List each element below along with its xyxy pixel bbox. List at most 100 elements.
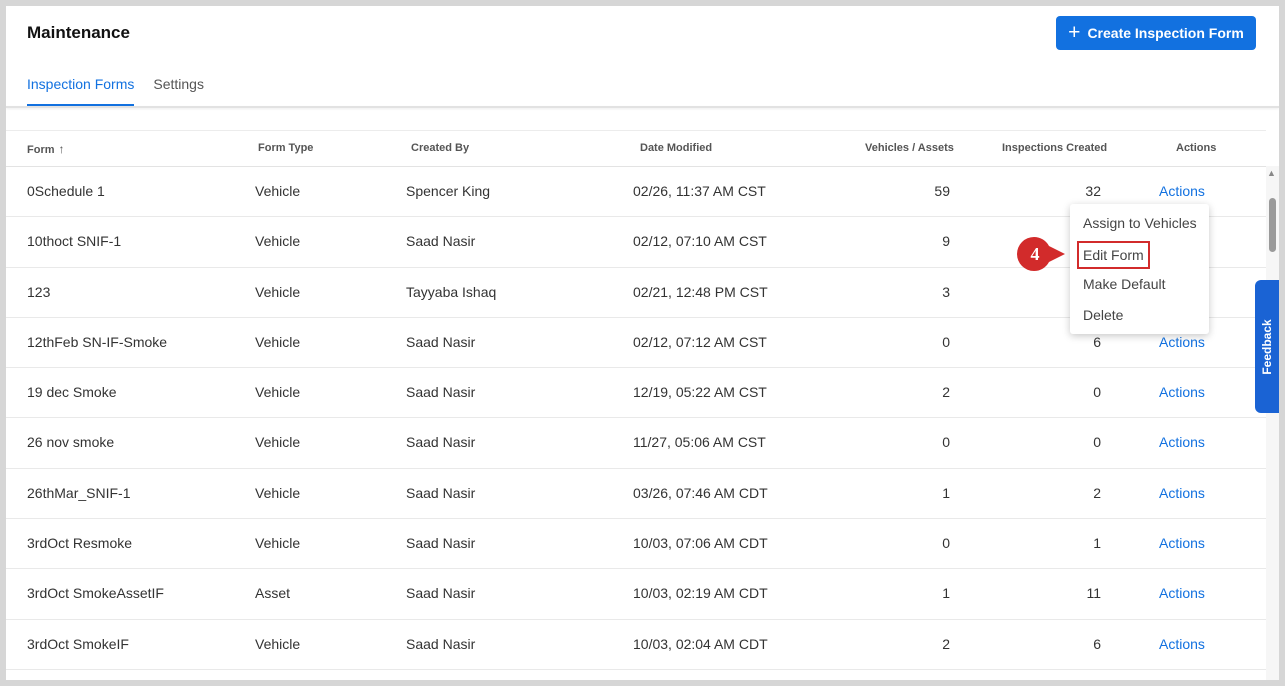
actions-link[interactable]: Actions	[1159, 434, 1205, 450]
vehicles-assets-cell: 59	[934, 183, 950, 199]
actions-link[interactable]: Actions	[1159, 535, 1205, 551]
date-modified-cell: 10/03, 02:19 AM CDT	[633, 585, 768, 602]
inspections-created-cell: 2	[1093, 484, 1101, 501]
created-by-cell: Saad Nasir	[406, 535, 476, 552]
scrollbar-thumb[interactable]	[1269, 198, 1276, 252]
sort-ascending-icon: ↑	[58, 142, 65, 156]
table-row[interactable]: 26 nov smoke Vehicle Saad Nasir 11/27, 05:0…	[6, 418, 1266, 469]
date-modified-cell: 02/12, 07:12 AM CST	[633, 333, 767, 350]
form-type-cell: Vehicle	[255, 635, 301, 652]
vehicles-assets-cell: 9	[942, 233, 950, 250]
date-modified-cell: 12/19, 05:22 AM CST	[633, 384, 767, 401]
inspections-created-cell: 0	[1093, 434, 1101, 451]
actions-link[interactable]: Actions	[1159, 334, 1205, 350]
form-type-cell: Vehicle	[255, 434, 301, 451]
vehicles-assets-cell: 0	[942, 535, 950, 552]
step-number-badge: 4	[1016, 236, 1066, 272]
menu-item-make-default[interactable]: Make Default	[1070, 269, 1209, 300]
feedback-tab[interactable]: Feedback	[1255, 280, 1279, 413]
table-row[interactable]: 3rdOct SmokeAssetIF Asset Saad Nasir 10/03,…	[6, 569, 1266, 620]
date-modified-cell: 02/12, 07:10 AM CST	[633, 233, 767, 250]
scroll-up-arrow-icon[interactable]: ▲	[1267, 168, 1276, 178]
table-row[interactable]: 26thMar_SNIF-1 Vehicle Saad Nasir 03/26, 07…	[6, 469, 1266, 520]
form-name-cell: 0Schedule 1	[27, 183, 105, 199]
actions-link[interactable]: Actions	[1159, 183, 1205, 199]
vertical-scrollbar[interactable]: ▲	[1266, 166, 1279, 680]
form-name-cell: 123	[27, 283, 51, 300]
created-by-cell: Saad Nasir	[406, 384, 476, 401]
date-modified-cell: 02/21, 12:48 PM CST	[633, 283, 768, 300]
column-header-date-modified[interactable]: Date Modified	[640, 142, 712, 154]
vehicles-assets-cell: 0	[942, 333, 950, 350]
menu-item-delete[interactable]: Delete	[1070, 300, 1209, 331]
plus-icon: +	[1068, 20, 1081, 44]
form-type-cell: Vehicle	[255, 283, 301, 300]
column-header-form[interactable]: Form ↑	[27, 142, 65, 156]
step-number: 4	[1030, 244, 1040, 264]
app-frame: Maintenance + Create Inspection Form Ins…	[6, 6, 1279, 680]
tab-settings[interactable]: Settings	[153, 76, 204, 106]
menu-item-assign-to-vehicles[interactable]: Assign to Vehicles	[1070, 208, 1209, 239]
actions-dropdown-menu: Assign to Vehicles Edit Form Make Defaul…	[1070, 204, 1209, 334]
date-modified-cell: 10/03, 02:04 AM CDT	[633, 635, 768, 652]
column-header-form-type[interactable]: Form Type	[258, 142, 313, 154]
date-modified-cell: 11/27, 05:06 AM CST	[633, 434, 766, 451]
inspections-created-cell: 0	[1093, 384, 1101, 401]
table-header: Form ↑ Form Type Created By Date Modified…	[6, 130, 1266, 167]
vehicles-assets-cell: 2	[942, 384, 950, 401]
vehicles-assets-cell: 1	[942, 585, 950, 602]
inspections-created-cell: 11	[1086, 585, 1101, 602]
form-name-cell: 10thoct SNIF-1	[27, 233, 122, 250]
menu-item-edit-form[interactable]: Edit Form	[1070, 239, 1209, 270]
form-name-cell: 19 dec Smoke	[27, 384, 117, 401]
actions-link[interactable]: Actions	[1159, 636, 1205, 652]
create-button-label: Create Inspection Form	[1087, 25, 1244, 41]
form-type-cell: Vehicle	[255, 333, 301, 350]
inspections-created-cell: 6	[1093, 333, 1101, 350]
edit-form-highlight-box[interactable]: Edit Form	[1077, 240, 1150, 269]
actions-link[interactable]: Actions	[1159, 585, 1205, 601]
form-type-cell: Vehicle	[255, 384, 301, 401]
vehicles-assets-cell: 3	[942, 283, 950, 300]
tab-bar: Inspection Forms Settings	[27, 76, 204, 106]
column-header-created-by[interactable]: Created By	[411, 142, 469, 154]
form-name-cell: 3rdOct SmokeIF	[27, 635, 129, 652]
table-row[interactable]: 19 dec Smoke Vehicle Saad Nasir 12/19, 05:2…	[6, 368, 1266, 419]
form-type-cell: Vehicle	[255, 233, 301, 250]
created-by-cell: Saad Nasir	[406, 333, 476, 350]
created-by-cell: Saad Nasir	[406, 434, 476, 451]
form-type-cell: Vehicle	[255, 484, 301, 501]
actions-link[interactable]: Actions	[1159, 384, 1205, 400]
column-header-inspections-created[interactable]: Inspections Created	[1002, 142, 1107, 154]
table-row[interactable]: 3rdOct Resmoke Vehicle Saad Nasir 10/03, 07…	[6, 519, 1266, 570]
form-type-cell: Vehicle	[255, 535, 301, 552]
vehicles-assets-cell: 0	[942, 434, 950, 451]
inspections-created-cell: 1	[1093, 535, 1101, 552]
created-by-cell: Tayyaba Ishaq	[406, 283, 497, 300]
inspections-created-cell: 6	[1093, 635, 1101, 652]
form-name-cell: 3rdOct SmokeAssetIF	[27, 585, 164, 602]
created-by-cell: Saad Nasir	[406, 635, 476, 652]
form-name-cell: 26thMar_SNIF-1	[27, 484, 131, 501]
vehicles-assets-cell: 2	[942, 635, 950, 652]
vehicles-assets-cell: 1	[942, 484, 950, 501]
date-modified-cell: 02/26, 11:37 AM CST	[633, 183, 766, 199]
column-header-actions: Actions	[1176, 142, 1217, 154]
form-name-cell: 12thFeb SN-IF-Smoke	[27, 333, 168, 350]
feedback-label: Feedback	[1260, 318, 1274, 375]
created-by-cell: Saad Nasir	[406, 233, 476, 250]
tabs-divider	[6, 106, 1279, 108]
table-row[interactable]: 3rdOct SmokeIF Vehicle Saad Nasir 10/03, 02…	[6, 620, 1266, 670]
created-by-cell: Saad Nasir	[406, 585, 476, 602]
form-type-cell: Vehicle	[255, 183, 301, 199]
column-header-vehicles-assets[interactable]: Vehicles / Assets	[865, 142, 954, 154]
form-name-cell: 3rdOct Resmoke	[27, 535, 133, 552]
form-type-cell: Asset	[255, 585, 291, 602]
tab-inspection-forms[interactable]: Inspection Forms	[27, 76, 135, 106]
actions-link[interactable]: Actions	[1159, 485, 1205, 501]
create-inspection-form-button[interactable]: + Create Inspection Form	[1056, 16, 1256, 50]
date-modified-cell: 03/26, 07:46 AM CDT	[633, 484, 768, 501]
created-by-cell: Spencer King	[406, 183, 491, 199]
created-by-cell: Saad Nasir	[406, 484, 476, 501]
date-modified-cell: 10/03, 07:06 AM CDT	[633, 535, 768, 552]
